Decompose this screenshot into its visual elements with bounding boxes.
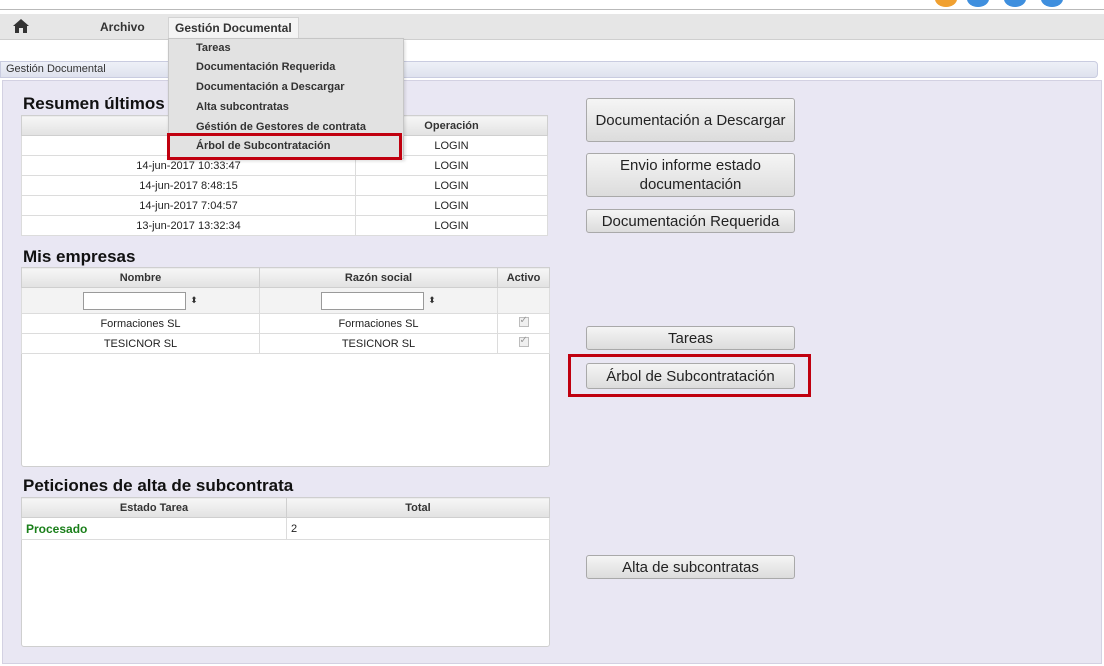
doc-requerida-button[interactable]: Documentación Requerida (586, 209, 795, 233)
dropdown-item-arbol[interactable]: Árbol de Subcontratación (196, 140, 330, 152)
peticion-total: 2 (286, 517, 550, 540)
table-row: 14-jun-2017 8:48:15 LOGIN (21, 175, 548, 196)
table-row: 13-jun-2017 13:32:34 LOGIN (21, 215, 548, 236)
resumen-date: 14-jun-2017 8:48:15 (21, 175, 356, 196)
tareas-button[interactable]: Tareas (586, 326, 795, 350)
peticion-estado: Procesado (21, 517, 287, 540)
razon-filter-input[interactable] (321, 291, 425, 310)
alta-subcontratas-button[interactable]: Alta de subcontratas (586, 555, 795, 579)
doc-descargar-button[interactable]: Documentación a Descargar (586, 98, 795, 142)
main-panel: Resumen últimos Operación 14-jun LOGIN 1… (2, 80, 1102, 664)
menu-archivo[interactable]: Archivo (100, 20, 145, 34)
social-icon-blue-2[interactable] (1004, 0, 1026, 7)
filter-row: ⬍ ⬍ (21, 287, 550, 314)
menubar: Archivo Gestión Documental (0, 14, 1104, 40)
activo-checkbox (518, 315, 529, 327)
social-icon-blue-1[interactable] (967, 0, 989, 7)
menu-gestion-documental[interactable]: Gestión Documental (168, 17, 299, 38)
table-row: 14-jun-2017 7:04:57 LOGIN (21, 195, 548, 216)
empresas-col-razon[interactable]: Razón social (259, 267, 498, 288)
table-row[interactable]: TESICNOR SL TESICNOR SL (21, 333, 550, 354)
peticiones-col-total[interactable]: Total (286, 497, 550, 518)
peticiones-title: Peticiones de alta de subcontrata (23, 476, 294, 495)
arbol-subcontratacion-button[interactable]: Árbol de Subcontratación (586, 363, 795, 389)
top-strip (0, 0, 1104, 10)
resumen-op: LOGIN (355, 195, 548, 216)
breadcrumb: Gestión Documental (0, 61, 1098, 78)
resumen-date: 14-jun-2017 7:04:57 (21, 195, 356, 216)
empresa-nombre: TESICNOR SL (21, 333, 260, 354)
nombre-filter-input[interactable] (83, 291, 187, 310)
dropdown-item-tareas[interactable]: Tareas (196, 42, 231, 54)
social-icon-blue-3[interactable] (1041, 0, 1063, 7)
dropdown-item-doc-requerida[interactable]: Documentación Requerida (196, 61, 335, 73)
resumen-date: 13-jun-2017 13:32:34 (21, 215, 356, 236)
breadcrumb-label: Gestión Documental (6, 63, 106, 75)
peticiones-col-estado[interactable]: Estado Tarea (21, 497, 287, 518)
peticiones-table: Estado Tarea Total Procesado 2 (21, 497, 550, 540)
dropdown-item-doc-descargar[interactable]: Documentación a Descargar (196, 81, 345, 93)
table-row[interactable]: Procesado 2 (21, 517, 550, 540)
empresas-table: Nombre Razón social Activo ⬍ ⬍ Formacion… (21, 267, 550, 354)
table-row[interactable]: Formaciones SL Formaciones SL (21, 313, 550, 334)
social-icon-orange[interactable] (935, 0, 957, 7)
sort-icon[interactable]: ⬍ (190, 295, 198, 306)
home-icon[interactable] (12, 18, 30, 34)
resumen-op: LOGIN (355, 175, 548, 196)
empresas-col-activo[interactable]: Activo (497, 267, 550, 288)
empresas-title: Mis empresas (23, 247, 136, 266)
dropdown-item-gestores[interactable]: Géstión de Gestores de contrata (196, 121, 366, 133)
dropdown-item-alta-subcontratas[interactable]: Alta subcontratas (196, 101, 289, 113)
activo-checkbox (518, 335, 529, 347)
empresa-razon: TESICNOR SL (259, 333, 498, 354)
empresa-razon: Formaciones SL (259, 313, 498, 334)
envio-informe-button[interactable]: Envio informe estado documentación (586, 153, 795, 197)
empresa-nombre: Formaciones SL (21, 313, 260, 334)
sort-icon[interactable]: ⬍ (428, 295, 436, 306)
empresas-col-nombre[interactable]: Nombre (21, 267, 260, 288)
gestion-dropdown-menu: Tareas Documentación Requerida Documenta… (168, 38, 404, 159)
resumen-title: Resumen últimos (23, 94, 165, 113)
resumen-op: LOGIN (355, 215, 548, 236)
